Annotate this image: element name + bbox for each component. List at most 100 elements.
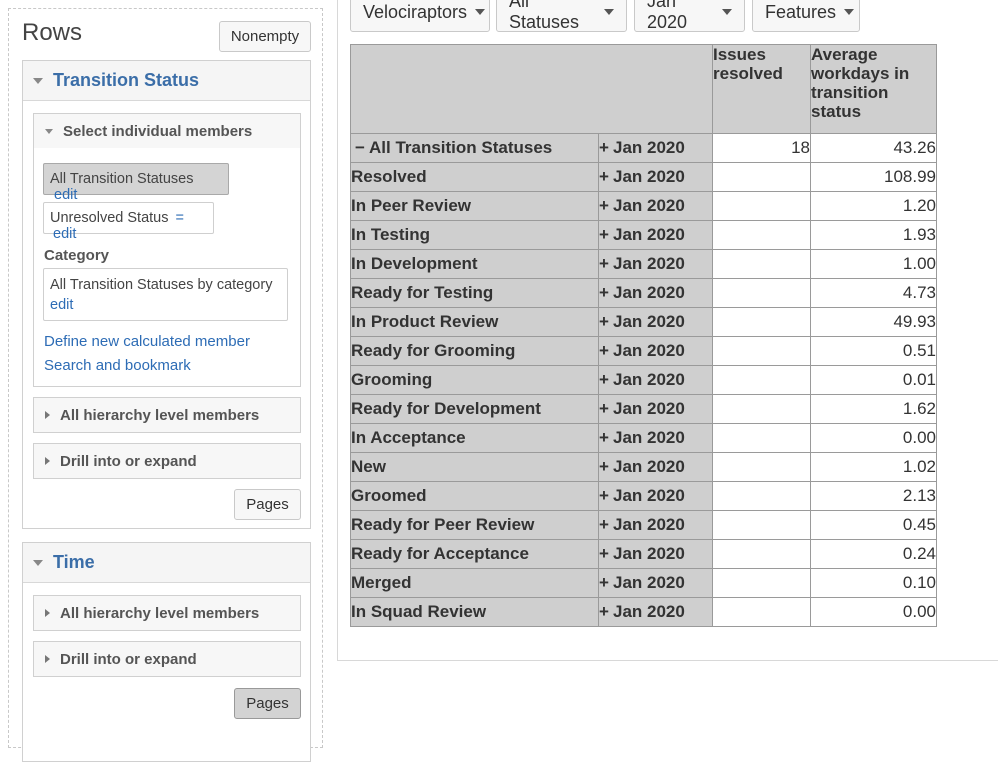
expand-icon[interactable]: + [599,370,613,390]
time-label: Jan 2020 [613,167,685,186]
time-drill-expand-box[interactable]: Drill into or expand [33,641,301,677]
time-member-cell[interactable]: + Jan 2020 [598,510,713,540]
average-workdays-cell: 1.20 [810,191,937,221]
search-bookmark-link[interactable]: Search and bookmark [44,357,191,374]
expand-icon[interactable]: + [599,167,613,187]
member-name: All Transition Statuses by category [50,277,273,293]
time-all-hierarchy-levels-header[interactable]: All hierarchy level members [34,596,300,630]
time-member-cell[interactable]: + Jan 2020 [598,597,713,627]
expand-icon[interactable]: + [599,515,613,535]
table-row: Grooming + Jan 2020 0.01 [350,365,937,395]
expand-icon[interactable]: + [599,225,613,245]
time-drill-expand-header[interactable]: Drill into or expand [34,642,300,676]
all-hierarchy-levels-box[interactable]: All hierarchy level members [33,397,301,433]
time-member-cell[interactable]: + Jan 2020 [598,365,713,395]
row-header[interactable]: Ready for Grooming [350,336,599,366]
filter-all-statuses[interactable]: All Statuses [496,0,627,32]
row-header[interactable]: In Squad Review [350,597,599,627]
member-chip-unresolved-status[interactable]: Unresolved Status = edit [43,202,214,242]
drill-expand-box[interactable]: Drill into or expand [33,443,301,479]
filter-label: Velociraptors [363,1,468,22]
time-member-cell[interactable]: + Jan 2020 [598,278,713,308]
time-member-cell[interactable]: + Jan 2020 [598,133,713,163]
drill-expand-header[interactable]: Drill into or expand [34,444,300,478]
expand-icon[interactable]: + [599,312,613,332]
average-workdays-cell: 2.13 [810,481,937,511]
filter-jan-2020[interactable]: Jan 2020 [634,0,745,32]
expand-icon[interactable]: + [599,399,613,419]
category-member-chip[interactable]: All Transition Statuses by category edit [43,268,288,321]
time-member-cell[interactable]: + Jan 2020 [598,307,713,337]
time-member-cell[interactable]: + Jan 2020 [598,539,713,569]
expand-icon[interactable]: + [599,457,613,477]
time-member-cell[interactable]: + Jan 2020 [598,423,713,453]
row-header[interactable]: Ready for Acceptance [350,539,599,569]
time-header[interactable]: Time [23,543,310,583]
filter-features[interactable]: Features [752,0,860,32]
row-header[interactable]: In Peer Review [350,191,599,221]
expand-icon[interactable]: + [599,254,613,274]
row-header[interactable]: In Development [350,249,599,279]
subsection-title: Select individual members [63,122,253,140]
time-member-cell[interactable]: + Jan 2020 [598,249,713,279]
expand-icon[interactable]: + [599,544,613,564]
column-header-average-workdays[interactable]: Average workdays in transition status [810,44,937,134]
table-row: In Product Review + Jan 2020 49.93 [350,307,937,337]
expand-icon[interactable]: + [599,428,613,448]
select-members-header[interactable]: Select individual members [34,114,300,148]
row-header[interactable]: In Product Review [350,307,599,337]
time-member-cell[interactable]: + Jan 2020 [598,568,713,598]
time-member-cell[interactable]: + Jan 2020 [598,336,713,366]
expand-icon[interactable]: + [599,573,613,593]
row-header-all-transition-statuses[interactable]: − All Transition Statuses [350,133,599,163]
table-row: − All Transition Statuses + Jan 2020 18 43… [350,133,937,163]
expand-icon[interactable]: + [599,283,613,303]
row-header[interactable]: New [350,452,599,482]
row-header[interactable]: Ready for Peer Review [350,510,599,540]
transition-status-header[interactable]: Transition Status [23,61,310,101]
expand-icon[interactable]: + [599,602,613,622]
row-header[interactable]: Merged [350,568,599,598]
collapse-icon[interactable]: − [355,138,369,158]
edit-link[interactable]: edit [54,187,77,203]
expand-icon[interactable]: + [599,341,613,361]
column-header-issues-resolved[interactable]: Issues resolved [712,44,811,134]
caret-right-icon [45,457,50,465]
row-header[interactable]: Groomed [350,481,599,511]
transition-status-section: Transition Status Select individual memb… [22,60,311,529]
table-row: In Development + Jan 2020 1.00 [350,249,937,279]
time-member-cell[interactable]: + Jan 2020 [598,452,713,482]
average-workdays-cell: 1.02 [810,452,937,482]
time-member-cell[interactable]: + Jan 2020 [598,481,713,511]
expand-icon[interactable]: + [599,196,613,216]
row-header[interactable]: In Acceptance [350,423,599,453]
section-title: Time [53,552,95,572]
edit-link[interactable]: edit [53,226,76,242]
edit-link[interactable]: edit [50,297,73,313]
table-row: New + Jan 2020 1.02 [350,452,937,482]
time-member-cell[interactable]: + Jan 2020 [598,394,713,424]
all-hierarchy-levels-header[interactable]: All hierarchy level members [34,398,300,432]
expand-icon[interactable]: + [599,486,613,506]
pages-button[interactable]: Pages [234,489,301,520]
time-member-cell[interactable]: + Jan 2020 [598,220,713,250]
row-header[interactable]: In Testing [350,220,599,250]
define-calculated-member-link[interactable]: Define new calculated member [44,333,250,350]
row-header[interactable]: Grooming [350,365,599,395]
filter-velociraptors[interactable]: Velociraptors [350,0,490,32]
row-header[interactable]: Ready for Development [350,394,599,424]
average-workdays-cell: 0.51 [810,336,937,366]
time-all-hierarchy-levels-box[interactable]: All hierarchy level members [33,595,301,631]
row-header[interactable]: Ready for Testing [350,278,599,308]
time-member-cell[interactable]: + Jan 2020 [598,191,713,221]
row-label: In Peer Review [351,196,472,215]
time-member-cell[interactable]: + Jan 2020 [598,162,713,192]
nonempty-button[interactable]: Nonempty [219,21,311,52]
row-header[interactable]: Resolved [350,162,599,192]
time-pages-button[interactable]: Pages [234,688,301,719]
member-chip-all-transition-statuses[interactable]: All Transition Statuses edit [43,163,229,203]
time-label: Jan 2020 [613,486,685,505]
average-workdays-cell: 0.24 [810,539,937,569]
time-label: Jan 2020 [613,515,685,534]
expand-icon[interactable]: + [599,138,613,158]
